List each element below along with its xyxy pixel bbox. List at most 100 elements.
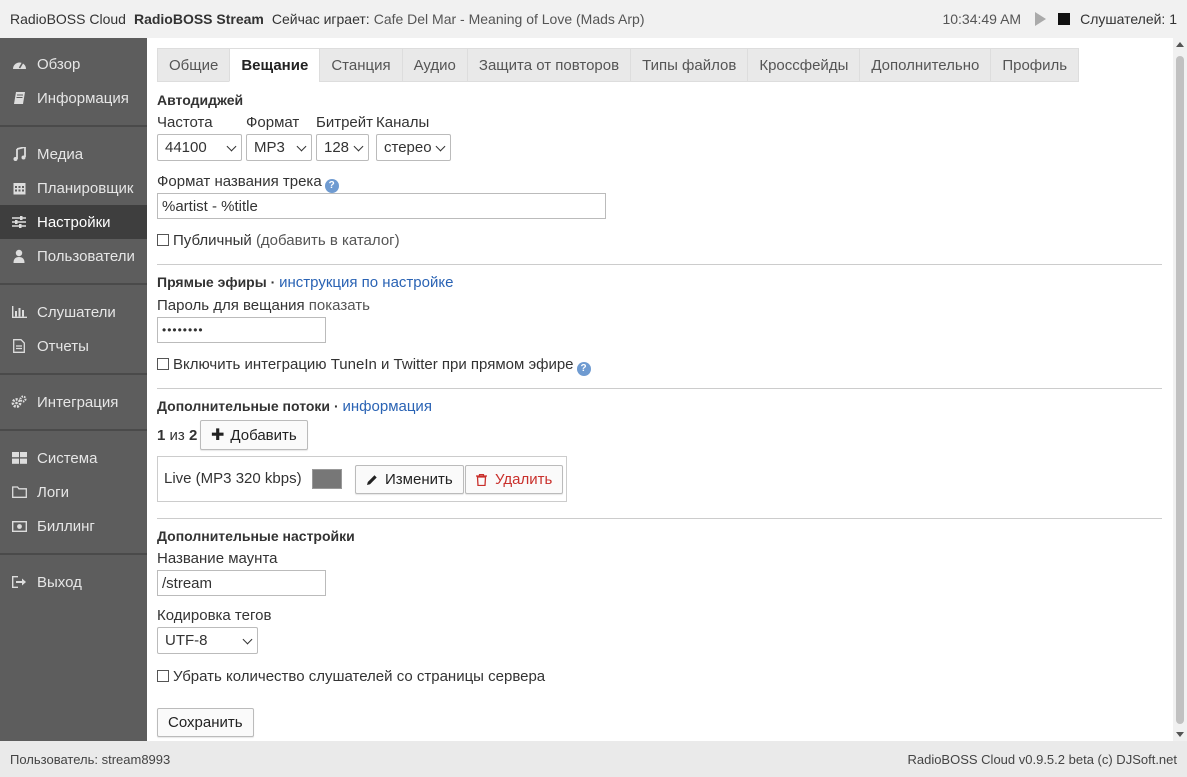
- public-option: Публичный (добавить в каталог): [157, 232, 400, 249]
- sidebar-item-label: Слушатели: [37, 303, 116, 321]
- hide-listeners-checkbox[interactable]: [157, 670, 169, 682]
- tab-file-types[interactable]: Типы файлов: [630, 48, 748, 82]
- live-heading: Прямые эфиры · инструкция по настройке: [157, 274, 453, 291]
- help-icon[interactable]: ?: [324, 178, 339, 193]
- public-checkbox[interactable]: [157, 234, 169, 246]
- divider: [0, 429, 147, 431]
- listeners-count: Слушателей: 1: [1080, 11, 1177, 27]
- chevron-down-icon: [296, 141, 307, 152]
- divider: [0, 125, 147, 127]
- stream-item: Live (MP3 320 kbps) Изменить Удалить: [157, 456, 567, 502]
- edit-stream-button[interactable]: Изменить: [355, 465, 464, 494]
- format-value: MP3: [254, 139, 285, 156]
- tab-general[interactable]: Общие: [157, 48, 230, 82]
- encoding-select[interactable]: UTF-8: [157, 627, 258, 654]
- trash-icon: [476, 473, 487, 486]
- track-format-input[interactable]: %artist - %title: [157, 193, 606, 219]
- streams-heading: Дополнительные потоки · информация: [157, 398, 432, 415]
- integration-label: Включить интеграцию TuneIn и Twitter при…: [173, 356, 574, 373]
- streams-count-total: 2: [188, 427, 198, 444]
- sidebar-item-billing[interactable]: Биллинг: [0, 509, 147, 543]
- tab-profile[interactable]: Профиль: [990, 48, 1080, 82]
- sidebar-item-label: Пользователи: [37, 247, 135, 265]
- document-icon: [11, 338, 27, 354]
- book-icon: [11, 90, 27, 106]
- password-label: Пароль для вещания показать: [157, 297, 370, 314]
- stop-icon[interactable]: [1058, 13, 1071, 25]
- add-stream-label: Добавить: [230, 426, 297, 444]
- now-playing-label: Сейчас играет:: [271, 11, 370, 27]
- mount-input[interactable]: /stream: [157, 570, 326, 596]
- tab-audio[interactable]: Аудио: [401, 48, 467, 82]
- stream-status-swatch: [312, 469, 342, 489]
- tab-broadcast[interactable]: Вещание: [229, 48, 320, 82]
- sidebar-item-users[interactable]: Пользователи: [0, 239, 147, 273]
- streams-count-current: 1: [157, 427, 166, 444]
- save-button[interactable]: Сохранить: [157, 708, 254, 737]
- sidebar-item-reports[interactable]: Отчеты: [0, 329, 147, 363]
- scrollbar[interactable]: [1173, 38, 1187, 741]
- streams-separator: ·: [333, 398, 339, 414]
- tab-repeat-protection[interactable]: Защита от повторов: [466, 48, 631, 82]
- mount-value: /stream: [162, 574, 213, 592]
- sidebar-item-logs[interactable]: Логи: [0, 475, 147, 509]
- sidebar-item-label: Отчеты: [37, 337, 89, 355]
- sidebar-item-logout[interactable]: Выход: [0, 565, 147, 599]
- sidebar-item-integration[interactable]: Интеграция: [0, 385, 147, 419]
- bitrate-select[interactable]: 128: [316, 134, 369, 161]
- encoding-label: Кодировка тегов: [157, 607, 272, 624]
- gears-icon: [11, 394, 27, 410]
- pencil-icon: [367, 474, 377, 485]
- main-content: Общие Вещание Станция Аудио Защита от по…: [147, 38, 1173, 741]
- tab-station[interactable]: Станция: [319, 48, 402, 82]
- format-select[interactable]: MP3: [246, 134, 312, 161]
- add-stream-button[interactable]: ✚ Добавить: [200, 420, 308, 450]
- sidebar-item-system[interactable]: Система: [0, 441, 147, 475]
- frequency-value: 44100: [165, 139, 207, 156]
- scrollbar-thumb[interactable]: [1176, 56, 1184, 724]
- tab-advanced[interactable]: Дополнительно: [859, 48, 991, 82]
- top-bar: RadioBOSS Cloud RadioBOSS Stream Сейчас …: [0, 0, 1187, 38]
- sidebar-item-label: Логи: [37, 483, 70, 501]
- delete-stream-label: Удалить: [495, 471, 553, 488]
- play-icon[interactable]: [1035, 12, 1047, 26]
- sign-out-icon: [11, 574, 27, 590]
- hide-listeners-label: Убрать количество слушателей со страницы…: [173, 668, 546, 685]
- show-password-link[interactable]: показать: [309, 297, 370, 314]
- track-format-value: %artist - %title: [162, 197, 258, 215]
- sidebar-item-info[interactable]: Информация: [0, 81, 147, 115]
- chevron-down-icon: [435, 141, 446, 152]
- frequency-select[interactable]: 44100: [157, 134, 242, 161]
- sidebar-item-label: Медиа: [37, 145, 84, 163]
- sidebar-item-settings[interactable]: Настройки: [0, 205, 147, 239]
- delete-stream-button[interactable]: Удалить: [465, 465, 564, 494]
- scroll-up-icon[interactable]: [1176, 42, 1184, 47]
- chevron-down-icon: [353, 141, 364, 152]
- chevron-down-icon: [242, 634, 253, 645]
- channels-select[interactable]: стерео: [376, 134, 451, 161]
- integration-checkbox[interactable]: [157, 358, 169, 370]
- grid-icon: [11, 450, 27, 466]
- sidebar-item-listeners[interactable]: Слушатели: [0, 295, 147, 329]
- stream-item-name: Live (MP3 320 kbps): [164, 470, 302, 487]
- live-setup-link[interactable]: инструкция по настройке: [279, 274, 453, 291]
- help-icon[interactable]: ?: [576, 361, 591, 376]
- sidebar-item-label: Система: [37, 449, 98, 467]
- chevron-down-icon: [226, 141, 237, 152]
- sidebar-item-label: Биллинг: [37, 517, 95, 535]
- public-note: (добавить в каталог): [255, 232, 400, 249]
- sidebar-item-overview[interactable]: Обзор: [0, 47, 147, 81]
- sliders-icon: [11, 214, 27, 230]
- live-separator: ·: [270, 274, 276, 290]
- hide-listeners-option: Убрать количество слушателей со страницы…: [157, 668, 545, 685]
- sidebar-item-media[interactable]: Медиа: [0, 137, 147, 171]
- sidebar-item-scheduler[interactable]: Планировщик: [0, 171, 147, 205]
- password-label-text: Пароль для вещания: [157, 297, 305, 314]
- scroll-down-icon[interactable]: [1176, 732, 1184, 737]
- password-input[interactable]: ••••••••: [157, 317, 326, 343]
- tab-crossfades[interactable]: Кроссфейды: [747, 48, 860, 82]
- streams-info-link[interactable]: информация: [343, 398, 432, 415]
- streams-count-of: из: [169, 427, 185, 444]
- extra-heading: Дополнительные настройки: [157, 528, 355, 544]
- divider: [0, 283, 147, 285]
